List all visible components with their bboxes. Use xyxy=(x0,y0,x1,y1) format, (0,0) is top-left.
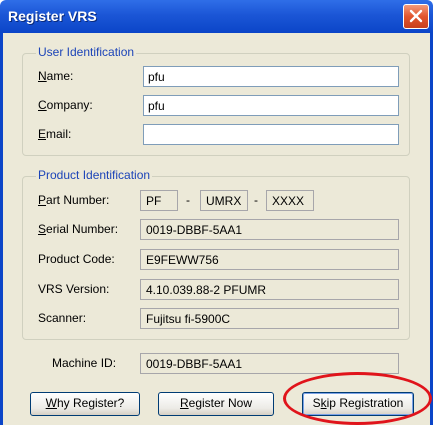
product-identification-legend: Product Identification xyxy=(36,168,153,182)
product-code-label: Product Code: xyxy=(38,252,115,266)
part-number-separator: - xyxy=(254,193,258,207)
close-icon xyxy=(409,9,423,23)
email-field[interactable] xyxy=(143,124,399,145)
close-button[interactable] xyxy=(403,4,429,29)
window-title: Register VRS xyxy=(8,8,97,24)
machine-id-label: Machine ID: xyxy=(52,356,117,370)
part-number-label: Part Number: xyxy=(38,193,110,207)
title-bar: Register VRS xyxy=(0,0,433,33)
scanner-label: Scanner: xyxy=(38,311,87,325)
company-label: Company: xyxy=(38,98,93,112)
register-now-label: Register Now xyxy=(179,396,253,410)
part-number-middle: UMRX xyxy=(200,190,248,211)
scanner-field: Fujitsu fi-5900C xyxy=(140,308,399,329)
part-number-separator: - xyxy=(186,193,190,207)
skip-registration-button[interactable]: Skip Registration xyxy=(302,392,414,416)
machine-id-field: 0019-DBBF-5AA1 xyxy=(140,353,399,374)
name-label: Name: xyxy=(38,69,74,83)
company-field[interactable]: pfu xyxy=(143,95,399,116)
user-identification-legend: User Identification xyxy=(36,45,137,59)
serial-number-field: 0019-DBBF-5AA1 xyxy=(140,219,399,240)
product-code-field: E9FEWW756 xyxy=(140,249,399,270)
why-register-button[interactable]: Why Register? xyxy=(30,392,140,416)
email-label: Email: xyxy=(38,127,72,141)
vrs-version-field: 4.10.039.88-2 PFUMR xyxy=(140,279,399,300)
serial-number-label: Serial Number: xyxy=(38,222,119,236)
why-register-label: Why Register? xyxy=(45,396,125,410)
skip-registration-label: Skip Registration xyxy=(312,396,404,410)
part-number-prefix: PF xyxy=(140,190,178,211)
name-field[interactable]: pfu xyxy=(143,66,399,87)
part-number-suffix: XXXX xyxy=(266,190,314,211)
register-now-button[interactable]: Register Now xyxy=(158,392,274,416)
vrs-version-label: VRS Version: xyxy=(38,282,110,296)
